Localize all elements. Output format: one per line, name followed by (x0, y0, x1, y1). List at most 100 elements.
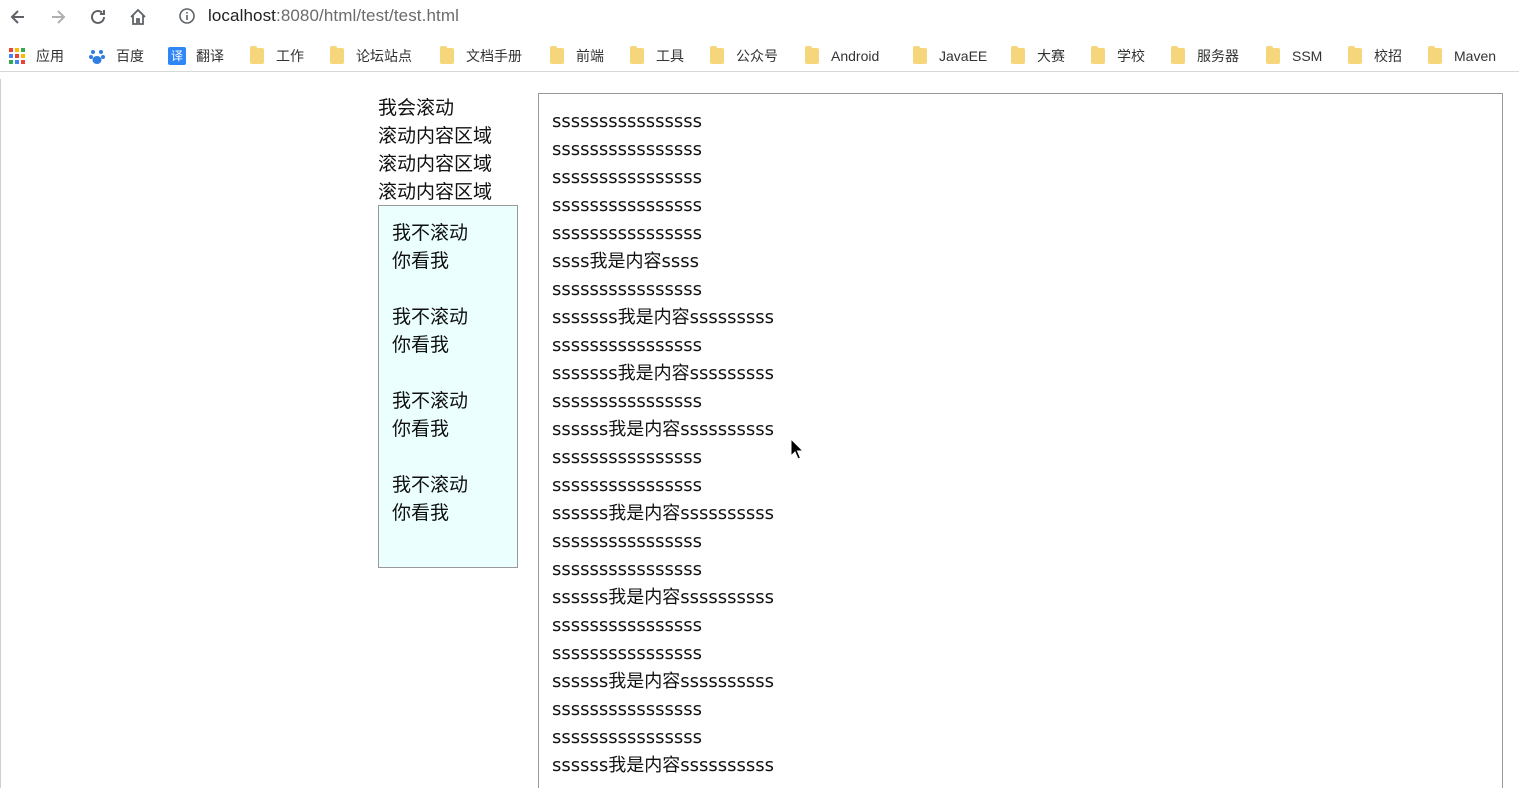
content-line: ssssssssssssssss (552, 279, 703, 300)
apps-grid-icon (8, 47, 26, 65)
content-line: sssssss我是内容sssssssss (552, 363, 775, 384)
forward-arrow-icon (52, 10, 66, 24)
content-line: ssssssssssssssss (552, 195, 703, 216)
bookmark-16[interactable]: Maven (1426, 42, 1496, 70)
address-bar[interactable]: localhost:8080/html/test/test.html (170, 2, 870, 30)
home-button[interactable] (124, 3, 152, 31)
url-path: :8080/html/test/test.html (276, 6, 459, 25)
content-line: ssssssssssssssss (552, 111, 703, 132)
mouse-cursor-icon (790, 438, 805, 460)
bookmark-label: 应用 (36, 47, 64, 64)
bookmark-label: 校招 (1374, 47, 1402, 64)
bookmark-1[interactable]: 百度 (88, 42, 144, 70)
folder-icon (1089, 45, 1107, 65)
content-line: ssssssssssssssss (552, 335, 703, 356)
forward-button[interactable] (44, 3, 72, 31)
content-line: ssssssssssssssss (552, 391, 703, 412)
bookmark-2[interactable]: 译翻译 (168, 42, 224, 70)
bookmark-label: 百度 (116, 47, 144, 64)
bookmark-5[interactable]: 文档手册 (438, 42, 522, 70)
bookmark-4[interactable]: 论坛站点 (328, 42, 412, 70)
bookmark-label: 翻译 (196, 47, 224, 64)
folder-icon (708, 45, 726, 65)
bookmark-6[interactable]: 前端 (548, 42, 604, 70)
folder-icon (803, 45, 821, 65)
bookmark-0[interactable]: 应用 (8, 42, 64, 70)
bookmark-label: 前端 (576, 47, 604, 64)
url-text[interactable]: localhost:8080/html/test/test.html (208, 6, 459, 26)
content-line: ssssss我是内容ssssssssss (552, 755, 775, 776)
bookmark-label: Android (831, 47, 880, 64)
fixed-group: 我不滚动 你看我 (392, 303, 517, 359)
fixed-line: 你看我 (392, 418, 450, 440)
content-line: ssssssssssssssss (552, 531, 703, 552)
folder-icon (438, 45, 456, 65)
back-arrow-icon (10, 10, 24, 24)
home-icon (130, 8, 146, 25)
content-line: ssssss我是内容ssssssssss (552, 671, 775, 692)
bookmark-label: 大赛 (1037, 47, 1065, 64)
bookmark-label: 论坛站点 (356, 47, 412, 64)
translate-icon: 译 (168, 46, 186, 65)
url-host: localhost (208, 6, 276, 25)
content-line: ssssssssssssssss (552, 167, 703, 188)
page-content: 我会滚动 滚动内容区域 滚动内容区域 滚动内容区域 我不滚动 你看我 我不滚动 你看我 我不滚… (0, 79, 1519, 788)
content-line: ssssss我是内容ssssssssss (552, 587, 775, 608)
fixed-box: 我不滚动 你看我 我不滚动 你看我 我不滚动 你看我 我不滚动 你看我 (378, 205, 518, 568)
baidu-paw-icon (88, 47, 106, 65)
folder-icon (628, 45, 646, 65)
fixed-line: 你看我 (392, 502, 450, 524)
content-line: ssssssssssssssss (552, 643, 703, 664)
browser-toolbar: localhost:8080/html/test/test.html (0, 0, 1519, 34)
folder-icon (1264, 45, 1282, 65)
content-box: ssssssssssssssss ssssssssssssssss ssssssss… (538, 93, 1503, 788)
folder-icon (1346, 45, 1364, 65)
bookmark-3[interactable]: 工作 (248, 42, 304, 70)
fixed-group: 我不滚动 你看我 (392, 219, 517, 275)
folder-icon (1169, 45, 1187, 65)
fixed-line: 你看我 (392, 250, 450, 272)
bookmark-label: 公众号 (736, 47, 778, 64)
content-line: ssssssssssssssss (552, 559, 703, 580)
bookmark-9[interactable]: Android (803, 42, 879, 70)
fixed-group: 我不滚动 你看我 (392, 387, 517, 443)
bookmark-label: Maven (1454, 47, 1497, 64)
fixed-line: 你看我 (392, 334, 450, 356)
content-line: ssssss我是内容ssssssssss (552, 503, 775, 524)
back-button[interactable] (4, 3, 32, 31)
info-icon[interactable] (178, 7, 196, 25)
bookmark-14[interactable]: SSM (1264, 42, 1322, 70)
bookmark-label: 工作 (276, 47, 304, 64)
content-line: ssssssssssssssss (552, 447, 703, 468)
reload-button[interactable] (84, 3, 112, 31)
content-line: ssssssssssssssss (552, 139, 703, 160)
scroll-line: 滚动内容区域 (378, 181, 493, 203)
folder-icon (248, 45, 266, 65)
content-line: ssssssssssssssss (552, 699, 703, 720)
content-line: ssssssssssssssss (552, 475, 703, 496)
fixed-line: 我不滚动 (392, 474, 469, 496)
folder-icon (1426, 45, 1444, 65)
bookmark-15[interactable]: 校招 (1346, 42, 1402, 70)
content-line: sssssss我是内容sssssssss (552, 307, 775, 328)
bookmark-12[interactable]: 学校 (1089, 42, 1145, 70)
content-line: ssssssssssssssss (552, 615, 703, 636)
fixed-line: 我不滚动 (392, 222, 469, 244)
bookmark-13[interactable]: 服务器 (1169, 42, 1239, 70)
scroll-line: 滚动内容区域 (378, 125, 493, 147)
scroll-line: 滚动内容区域 (378, 153, 493, 175)
folder-icon (911, 45, 929, 65)
bookmark-label: 工具 (656, 47, 684, 64)
bookmark-8[interactable]: 公众号 (708, 42, 778, 70)
folder-icon (1009, 45, 1027, 65)
scroll-line: 我会滚动 (378, 97, 455, 119)
content-line: ssss我是内容ssss (552, 251, 700, 272)
bookmark-11[interactable]: 大赛 (1009, 42, 1065, 70)
bookmark-10[interactable]: JavaEE (911, 42, 987, 70)
bookmark-label: 服务器 (1197, 47, 1239, 64)
bookmark-7[interactable]: 工具 (628, 42, 684, 70)
fixed-line: 我不滚动 (392, 306, 469, 328)
content-line: ssssssssssssssss (552, 223, 703, 244)
bookmark-label: 文档手册 (466, 47, 522, 64)
fixed-line: 我不滚动 (392, 390, 469, 412)
